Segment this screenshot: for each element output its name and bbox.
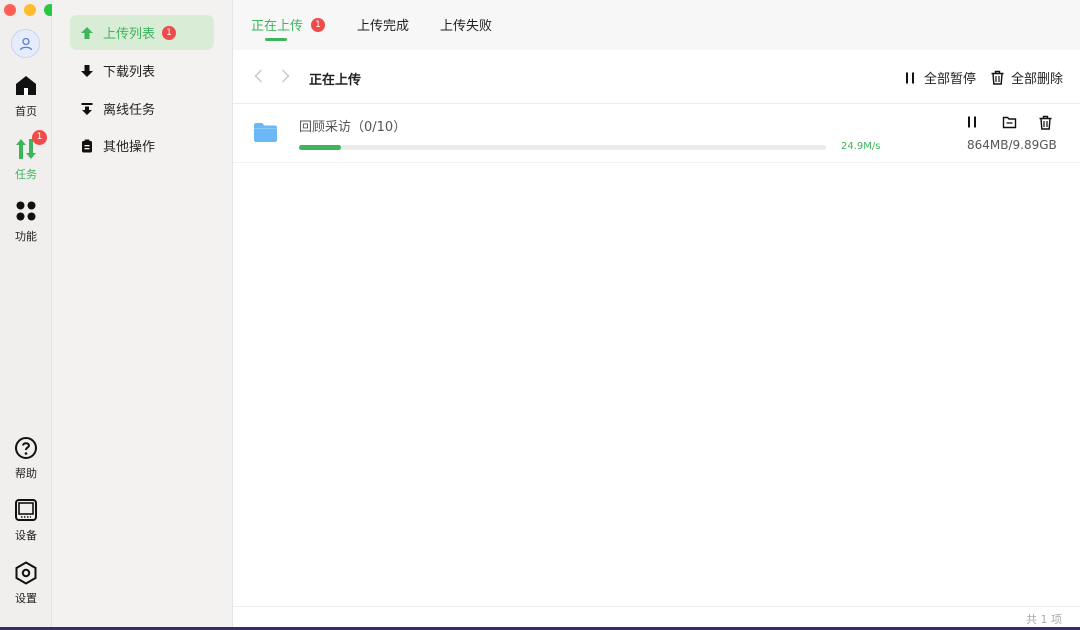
upload-icon	[79, 25, 95, 41]
rail-item-label: 功能	[15, 230, 37, 243]
rail-item-devices[interactable]: 设备	[0, 497, 52, 543]
delete-task-button[interactable]	[1036, 113, 1054, 131]
transfer-icon: 1	[13, 130, 47, 162]
tab-label: 上传完成	[357, 19, 410, 34]
rail-item-label: 任务	[15, 168, 37, 181]
pause-icon	[902, 70, 918, 86]
active-tab-indicator	[265, 38, 287, 41]
tab-upload-complete[interactable]: 上传完成	[357, 15, 409, 34]
settings-icon	[13, 560, 39, 586]
rail-item-label: 设置	[15, 592, 37, 605]
tab-bar: 正在上传 1 上传完成 上传失败	[233, 0, 1080, 50]
tab-label: 上传失败	[440, 19, 493, 34]
transfer-speed: 24.9M/s	[841, 141, 881, 152]
sidebar-item-label: 其他操作	[103, 140, 156, 155]
delete-all-button[interactable]: 全部删除	[989, 68, 1063, 87]
breadcrumb-title: 正在上传	[309, 73, 362, 88]
status-bar: 共 1 项	[233, 606, 1080, 627]
rail-item-home[interactable]: 首页	[0, 73, 52, 119]
rail-item-help[interactable]: 帮助	[0, 435, 52, 481]
apps-icon	[13, 198, 39, 224]
rail-item-settings[interactable]: 设置	[0, 560, 52, 606]
notification-badge: 1	[311, 17, 326, 32]
clipboard-icon	[79, 138, 95, 154]
delete-all-label: 全部删除	[1011, 72, 1064, 87]
toolbar: 正在上传 全部暂停 全部删除	[233, 50, 1080, 104]
user-icon	[19, 37, 32, 50]
sidebar-item-label: 下载列表	[103, 65, 156, 80]
minimize-window-button[interactable]	[24, 4, 36, 16]
sidebar-item-label: 离线任务	[103, 103, 156, 118]
progress-bar	[299, 145, 826, 150]
tab-label: 正在上传	[251, 19, 304, 34]
rail-item-label: 设备	[15, 529, 37, 542]
rail-item-tasks[interactable]: 1 任务	[0, 130, 52, 182]
rail-item-label: 首页	[15, 105, 37, 118]
folder-icon	[253, 122, 278, 147]
close-window-button[interactable]	[4, 4, 16, 16]
folder-outline-icon	[1002, 116, 1016, 129]
back-arrow-icon[interactable]	[251, 68, 267, 84]
sidebar-item-offline-tasks[interactable]: 离线任务	[70, 91, 214, 126]
sidebar-item-download-list[interactable]: 下载列表	[70, 53, 214, 88]
open-folder-button[interactable]	[1000, 113, 1018, 131]
sidebar-item-label: 上传列表	[103, 27, 156, 42]
progress-fill	[299, 145, 342, 150]
device-icon	[13, 497, 39, 523]
notification-badge: 1	[32, 130, 47, 145]
table-row[interactable]: 回顾采访（0/10） 24.9M/s 864MB/9.89GB	[233, 105, 1080, 163]
rail-item-label: 帮助	[15, 467, 37, 480]
trash-icon	[1039, 115, 1051, 130]
task-name: 回顾采访（0/10）	[299, 120, 407, 135]
pause-all-button[interactable]: 全部暂停	[902, 68, 976, 87]
item-count: 共 1 项	[1026, 613, 1062, 626]
sidebar-item-other-actions[interactable]: 其他操作	[70, 128, 214, 163]
transfer-sidebar: 上传列表 1 下载列表 离线任务 其他操作	[52, 0, 233, 627]
sidebar-item-upload-list[interactable]: 上传列表 1	[70, 15, 214, 50]
help-icon	[13, 435, 39, 461]
tab-uploading[interactable]: 正在上传 1	[251, 15, 326, 34]
offline-download-icon	[79, 101, 95, 117]
avatar[interactable]	[11, 29, 40, 58]
forward-arrow-icon[interactable]	[277, 68, 293, 84]
trash-icon	[989, 70, 1005, 86]
notification-badge: 1	[162, 25, 177, 40]
icon-rail: 首页 1 任务 功能 帮助 设备 设置	[0, 0, 56, 627]
download-icon	[79, 63, 95, 79]
app-window: 首页 1 任务 功能 帮助 设备 设置 上传列表 1 下载列表 离线任务 其他操…	[0, 0, 1080, 627]
transfer-size: 864MB/9.89GB	[967, 138, 1057, 152]
pause-task-button[interactable]	[963, 113, 981, 131]
home-icon	[13, 73, 39, 99]
pause-all-label: 全部暂停	[924, 72, 977, 87]
tab-upload-failed[interactable]: 上传失败	[440, 15, 492, 34]
pause-icon	[968, 116, 976, 128]
window-controls	[4, 4, 56, 16]
rail-item-features[interactable]: 功能	[0, 198, 52, 244]
main-panel: 正在上传 1 上传完成 上传失败 正在上传 全部暂停 全部删除 回顾采访（0/1…	[233, 0, 1080, 627]
